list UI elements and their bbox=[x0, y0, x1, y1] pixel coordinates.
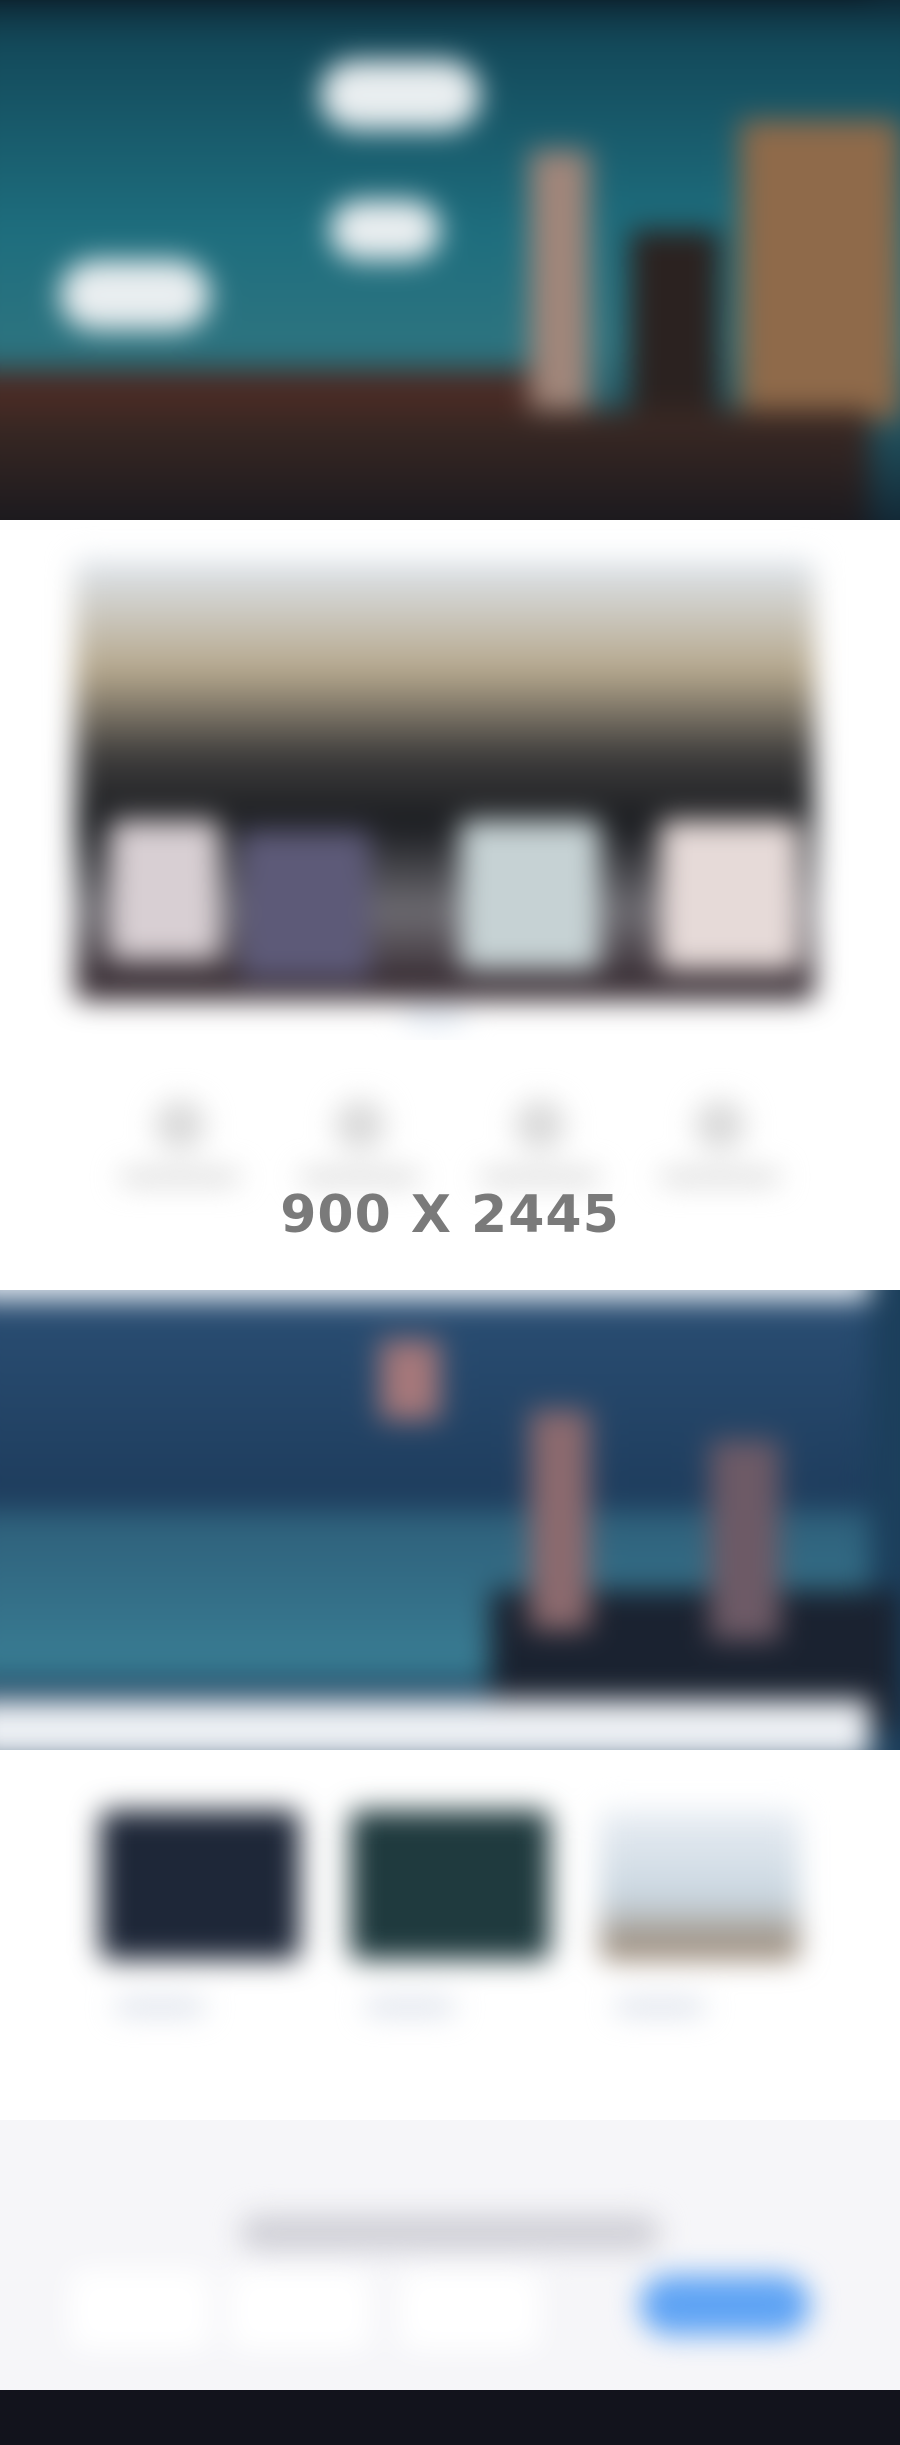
card-thumbnail-1[interactable] bbox=[100, 1810, 300, 1960]
carousel-dots[interactable] bbox=[405, 1010, 465, 1026]
cards-row bbox=[0, 1750, 900, 2120]
feature-label bbox=[480, 1170, 600, 1184]
card-thumbnail-3[interactable] bbox=[600, 1810, 800, 1960]
subscribe-heading bbox=[240, 2215, 660, 2251]
card-caption[interactable] bbox=[115, 2000, 205, 2014]
placeholder-dimensions-label: 900 X 2445 bbox=[280, 1185, 620, 1245]
form-field[interactable] bbox=[70, 2270, 210, 2350]
card-caption[interactable] bbox=[615, 2000, 705, 2014]
feature-icons-row bbox=[0, 1040, 900, 1300]
feature-label bbox=[300, 1170, 420, 1184]
form-field[interactable] bbox=[400, 2270, 540, 2350]
feature-icon-1 bbox=[155, 1100, 205, 1150]
card-thumbnail-2[interactable] bbox=[350, 1810, 550, 1960]
subscribe-button[interactable] bbox=[640, 2275, 810, 2335]
feature-icon-4 bbox=[695, 1100, 745, 1150]
feature-icon-2 bbox=[335, 1100, 385, 1150]
feature-label bbox=[120, 1170, 240, 1184]
footer bbox=[0, 2390, 900, 2445]
feature-label bbox=[660, 1170, 780, 1184]
subscribe-section bbox=[0, 2120, 900, 2390]
lake-banner bbox=[0, 1290, 900, 1750]
card-caption[interactable] bbox=[365, 2000, 455, 2014]
feature-image-section bbox=[0, 520, 900, 1040]
feature-icon-3 bbox=[515, 1100, 565, 1150]
hero-banner bbox=[0, 0, 900, 520]
form-field[interactable] bbox=[230, 2270, 370, 2350]
